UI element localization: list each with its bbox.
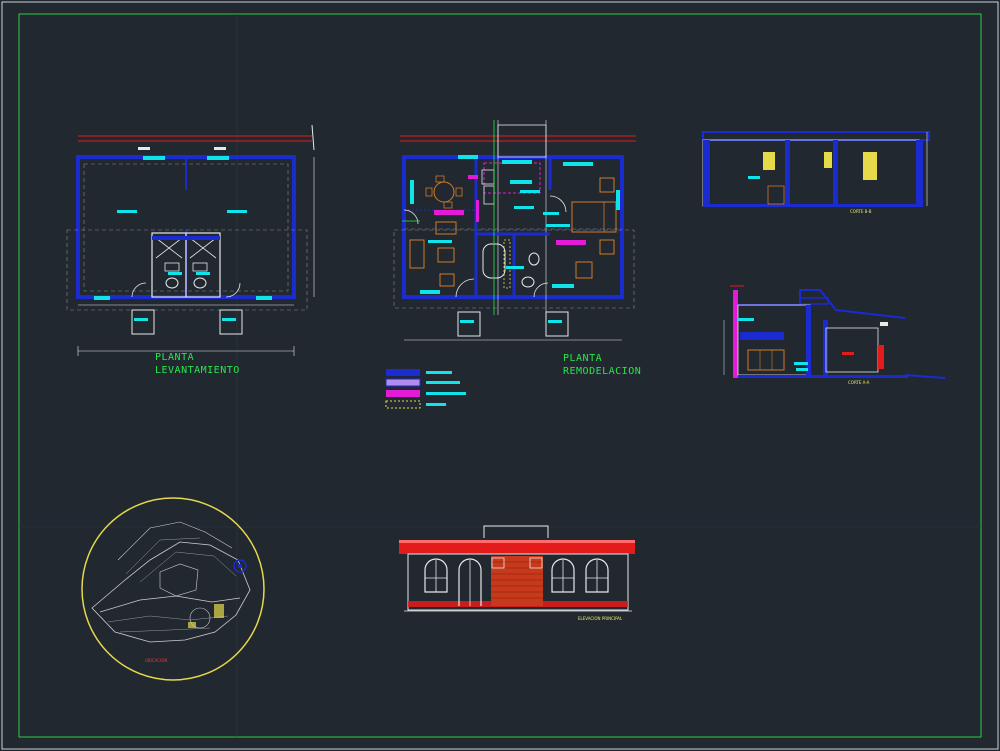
plan-survey-title-line1: PLANTA <box>155 352 194 363</box>
plan-remodel-title-line2: REMODELACION <box>563 366 641 377</box>
plan-remodel-title: PLANTA REMODELACION <box>563 353 641 377</box>
main-elevation-title: ELEVACION PRINCIPAL <box>578 616 623 621</box>
plan-survey <box>66 124 315 356</box>
plan-survey-title: PLANTA LEVANTAMIENTO <box>155 352 240 376</box>
plan-remodel <box>393 120 636 341</box>
location-map-title: UBICACION <box>145 658 167 663</box>
section-bb-title: CORTE B-B <box>850 209 872 214</box>
section-bb <box>702 131 930 207</box>
section-aa <box>723 285 946 379</box>
hatch-legend <box>385 369 466 409</box>
section-aa-title: CORTE A-A <box>848 380 870 385</box>
cad-drawing-canvas[interactable]: PLANTA LEVANTAMIENTO PLANTA REMODELACION… <box>0 0 1000 751</box>
main-elevation <box>399 525 635 612</box>
plan-remodel-title-line1: PLANTA <box>563 353 602 364</box>
plan-survey-title-line2: LEVANTAMIENTO <box>155 365 240 376</box>
